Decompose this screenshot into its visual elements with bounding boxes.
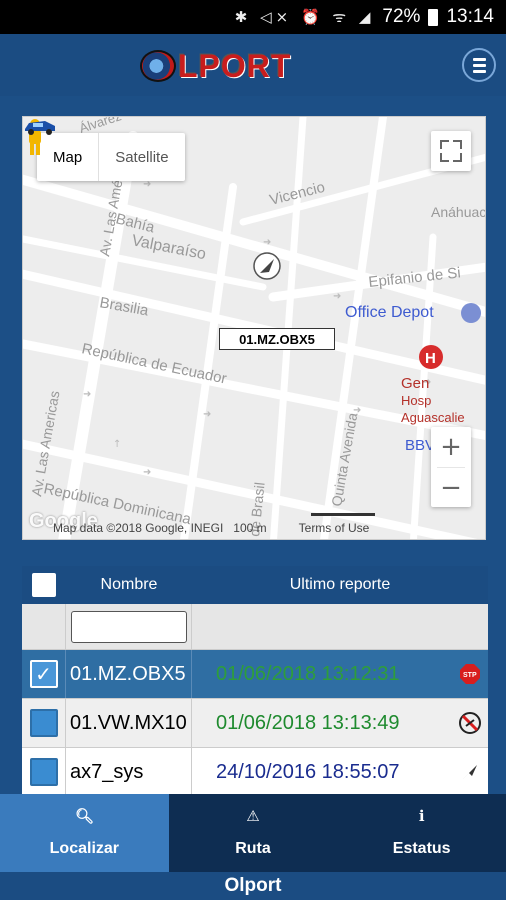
- svg-text:Valparaíso: Valparaíso: [130, 232, 207, 263]
- direction-arrow-icon: [452, 748, 488, 796]
- stop-sign-icon: STP: [452, 650, 488, 698]
- fullscreen-icon[interactable]: [431, 131, 471, 171]
- info-icon: ℹ: [418, 807, 425, 825]
- map-type-toggle: Map Satellite: [37, 133, 185, 181]
- app-footer-title: Olport: [0, 872, 506, 900]
- battery-percent: 72%: [382, 6, 421, 27]
- poi-office-depot[interactable]: Office Depot: [345, 304, 434, 322]
- svg-text:➜: ➜: [333, 291, 341, 302]
- column-ultimo-reporte[interactable]: Ultimo reporte: [192, 566, 488, 604]
- vehicle-table: Nombre Ultimo reporte ✓ 01.MZ.OBX5 01/06…: [22, 566, 488, 796]
- logo-text: LPORT: [178, 47, 292, 84]
- nav-ruta[interactable]: ⚠ Ruta: [169, 794, 338, 872]
- poi-hospital-gen[interactable]: Gen: [401, 375, 429, 392]
- nav-localizar[interactable]: 🔍︎ Localizar: [0, 794, 169, 872]
- table-row[interactable]: ✓ 01.MZ.OBX5 01/06/2018 13:12:31 STP: [22, 650, 488, 699]
- row-last-report: 24/10/2016 18:55:07: [216, 760, 400, 783]
- row-checkbox-checked[interactable]: ✓: [29, 660, 58, 688]
- status-icons: ✱ ◁× ⏰ ᯤ ◢: [234, 8, 375, 26]
- poi-hospital-hosp: Hosp: [401, 393, 432, 408]
- column-nombre[interactable]: Nombre: [66, 566, 192, 604]
- zoom-out-button[interactable]: −: [431, 468, 471, 508]
- table-row[interactable]: ax7_sys 24/10/2016 18:55:07: [22, 748, 488, 796]
- map-data-credit: Map data ©2018 Google, INEGI: [53, 521, 224, 535]
- filter-row: [22, 604, 488, 650]
- map-scale: 100 m: [233, 521, 267, 535]
- svg-text:Anáhuac: Anáhuac: [431, 204, 486, 220]
- svg-text:➜: ➜: [353, 405, 361, 416]
- table-row[interactable]: 01.VW.MX10 01/06/2018 13:13:49: [22, 699, 488, 748]
- row-last-report: 01/06/2018 13:12:31: [216, 662, 400, 685]
- clock: 13:14: [446, 6, 494, 27]
- vehicle-label[interactable]: 01.MZ.OBX5: [219, 328, 335, 350]
- olport-logo: LPORT: [140, 48, 291, 84]
- row-name: ax7_sys: [66, 748, 192, 796]
- bottom-navigation: 🔍︎ Localizar ⚠ Ruta ℹ Estatus: [0, 794, 506, 872]
- table-header: Nombre Ultimo reporte: [22, 566, 488, 604]
- row-last-report: 01/06/2018 13:13:49: [216, 711, 400, 734]
- zoom-in-button[interactable]: +: [431, 427, 471, 467]
- vehicle-car-icon[interactable]: [23, 117, 57, 135]
- battery-icon: [428, 8, 439, 26]
- svg-text:↑: ↑: [113, 439, 121, 450]
- warning-icon: ⚠: [246, 807, 260, 825]
- hamburger-menu-icon[interactable]: [462, 48, 496, 82]
- map-view[interactable]: Bahía Valparaíso Vicencio Anáhuac Epifan…: [22, 116, 486, 540]
- search-icon: 🔍︎: [74, 807, 94, 825]
- svg-text:➜: ➜: [143, 467, 151, 478]
- svg-text:➜: ➜: [83, 389, 91, 400]
- nav-label: Ruta: [235, 840, 271, 857]
- status-bar: ✱ ◁× ⏰ ᯤ ◢ 72% 13:14: [0, 0, 506, 34]
- row-name: 01.MZ.OBX5: [66, 650, 192, 698]
- svg-text:➜: ➜: [263, 237, 271, 248]
- row-checkbox[interactable]: [29, 758, 58, 786]
- logo-globe-icon: [140, 50, 176, 82]
- zoom-control: + −: [431, 427, 471, 507]
- map-attribution: Map data ©2018 Google, INEGI 100 m Terms…: [53, 521, 369, 535]
- map-type-satellite-button[interactable]: Satellite: [99, 133, 184, 181]
- nav-estatus[interactable]: ℹ Estatus: [337, 794, 506, 872]
- poi-hospital-city: Aguascalie: [401, 410, 465, 425]
- svg-text:STP: STP: [463, 672, 477, 679]
- nav-label: Estatus: [392, 840, 451, 857]
- app-header: LPORT: [0, 34, 506, 96]
- name-filter-input[interactable]: [70, 610, 187, 643]
- terms-of-use-link[interactable]: Terms of Use: [299, 521, 370, 535]
- row-checkbox[interactable]: [29, 709, 58, 737]
- svg-text:➜: ➜: [203, 409, 211, 420]
- no-signal-icon: [452, 699, 488, 747]
- select-all-checkbox[interactable]: [32, 573, 56, 597]
- svg-text:H: H: [425, 350, 436, 367]
- row-name: 01.VW.MX10: [66, 699, 192, 747]
- nav-label: Localizar: [49, 840, 120, 857]
